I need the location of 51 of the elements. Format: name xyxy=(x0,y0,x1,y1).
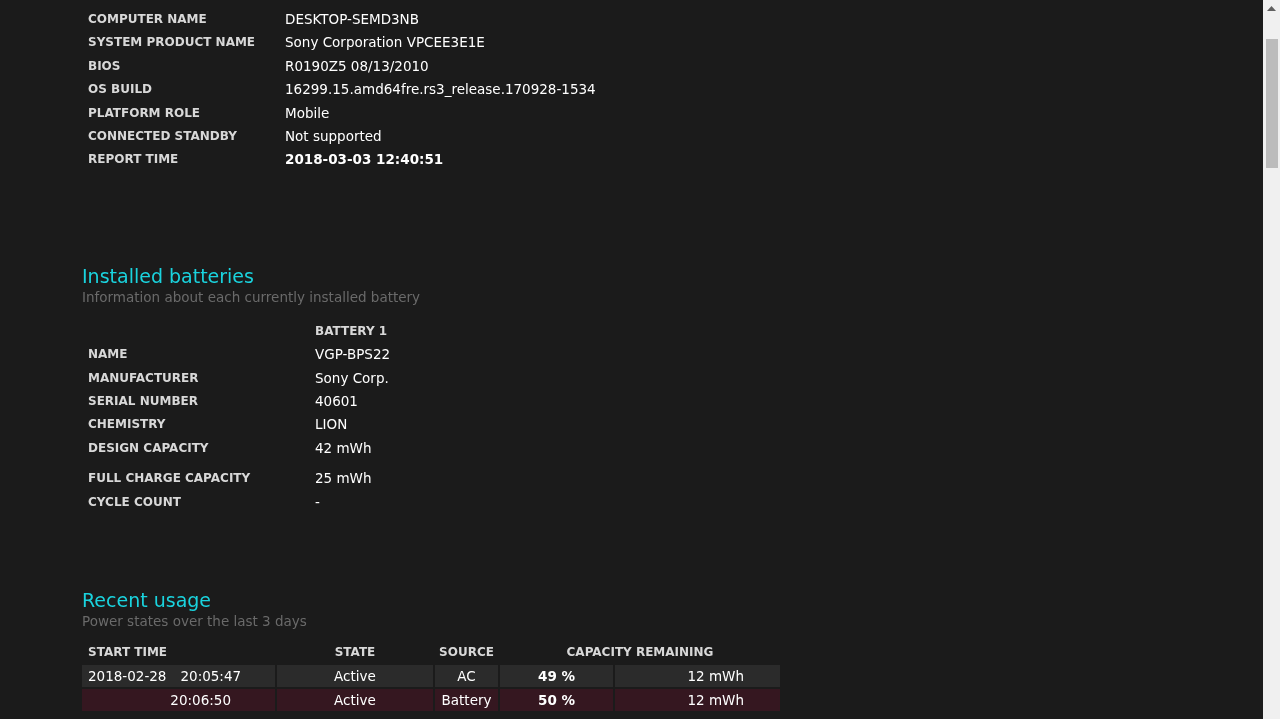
table-cell: 50 % xyxy=(500,689,613,712)
field-value: Sony Corp. xyxy=(315,368,390,388)
time-text: 20:06:50 xyxy=(170,692,231,709)
field-value: VGP-BPS22 xyxy=(315,345,392,365)
field-value: LION xyxy=(315,415,349,435)
column-header: START TIME xyxy=(87,645,169,660)
table-cell: 12 mWh xyxy=(615,689,780,712)
column-header: BATTERY 1 xyxy=(315,322,389,340)
time-text: 20:05:47 xyxy=(180,668,242,685)
table-cell: Active xyxy=(277,689,433,712)
field-value: R0190Z5 08/13/2010 xyxy=(285,56,430,76)
field-value: 42 mWh xyxy=(315,438,373,458)
scrollbar-thumb[interactable] xyxy=(1265,39,1278,168)
date-text: 2018-02-28 xyxy=(88,668,167,685)
section-title: Recent usage xyxy=(82,588,213,613)
section-subtitle: Information about each currently installed battery xyxy=(82,287,422,307)
field-value: DESKTOP-SEMD3NB xyxy=(285,10,420,29)
field-value: 40601 xyxy=(315,392,359,412)
section-title: Installed batteries xyxy=(82,263,255,288)
column-header: SOURCE xyxy=(438,645,495,660)
field-value: 2018-03-03 12:40:51 xyxy=(285,150,445,170)
field-label: SYSTEM PRODUCT NAME xyxy=(88,34,257,52)
field-label: DESIGN CAPACITY xyxy=(88,439,210,457)
table-cell: Active xyxy=(277,665,433,688)
field-value: Sony Corporation VPCEE3E1E xyxy=(285,33,486,53)
table-cell: AC xyxy=(435,665,498,688)
field-value: 16299.15.amd64fre.rs3_release.170928-1534 xyxy=(285,80,597,100)
table-cell: 12 mWh xyxy=(615,665,780,688)
table-cell: 49 % xyxy=(500,665,613,688)
field-value: Mobile xyxy=(285,103,331,123)
field-label: REPORT TIME xyxy=(88,151,180,169)
field-label: CHEMISTRY xyxy=(88,416,167,434)
field-label: FULL CHARGE CAPACITY xyxy=(88,470,252,488)
field-label: MANUFACTURER xyxy=(88,369,200,387)
field-label: CONNECTED STANDBY xyxy=(88,128,238,146)
column-header: CAPACITY REMAINING xyxy=(565,645,715,660)
scrollbar[interactable] xyxy=(1263,0,1280,719)
field-value: 25 mWh xyxy=(315,469,373,489)
field-label: OS BUILD xyxy=(88,81,153,99)
field-label: CYCLE COUNT xyxy=(88,493,182,511)
column-header: STATE xyxy=(333,645,377,660)
field-label: BIOS xyxy=(88,57,122,75)
table-cell: Battery xyxy=(435,689,498,712)
field-label: SERIAL NUMBER xyxy=(88,393,199,411)
field-value: - xyxy=(315,492,321,512)
field-label: COMPUTER NAME xyxy=(88,11,208,28)
section-subtitle: Power states over the last 3 days xyxy=(82,612,308,632)
field-value: Not supported xyxy=(285,127,383,147)
scroll-up-arrow-icon[interactable] xyxy=(1267,6,1276,11)
field-label: PLATFORM ROLE xyxy=(88,104,202,122)
field-label: NAME xyxy=(88,346,129,364)
